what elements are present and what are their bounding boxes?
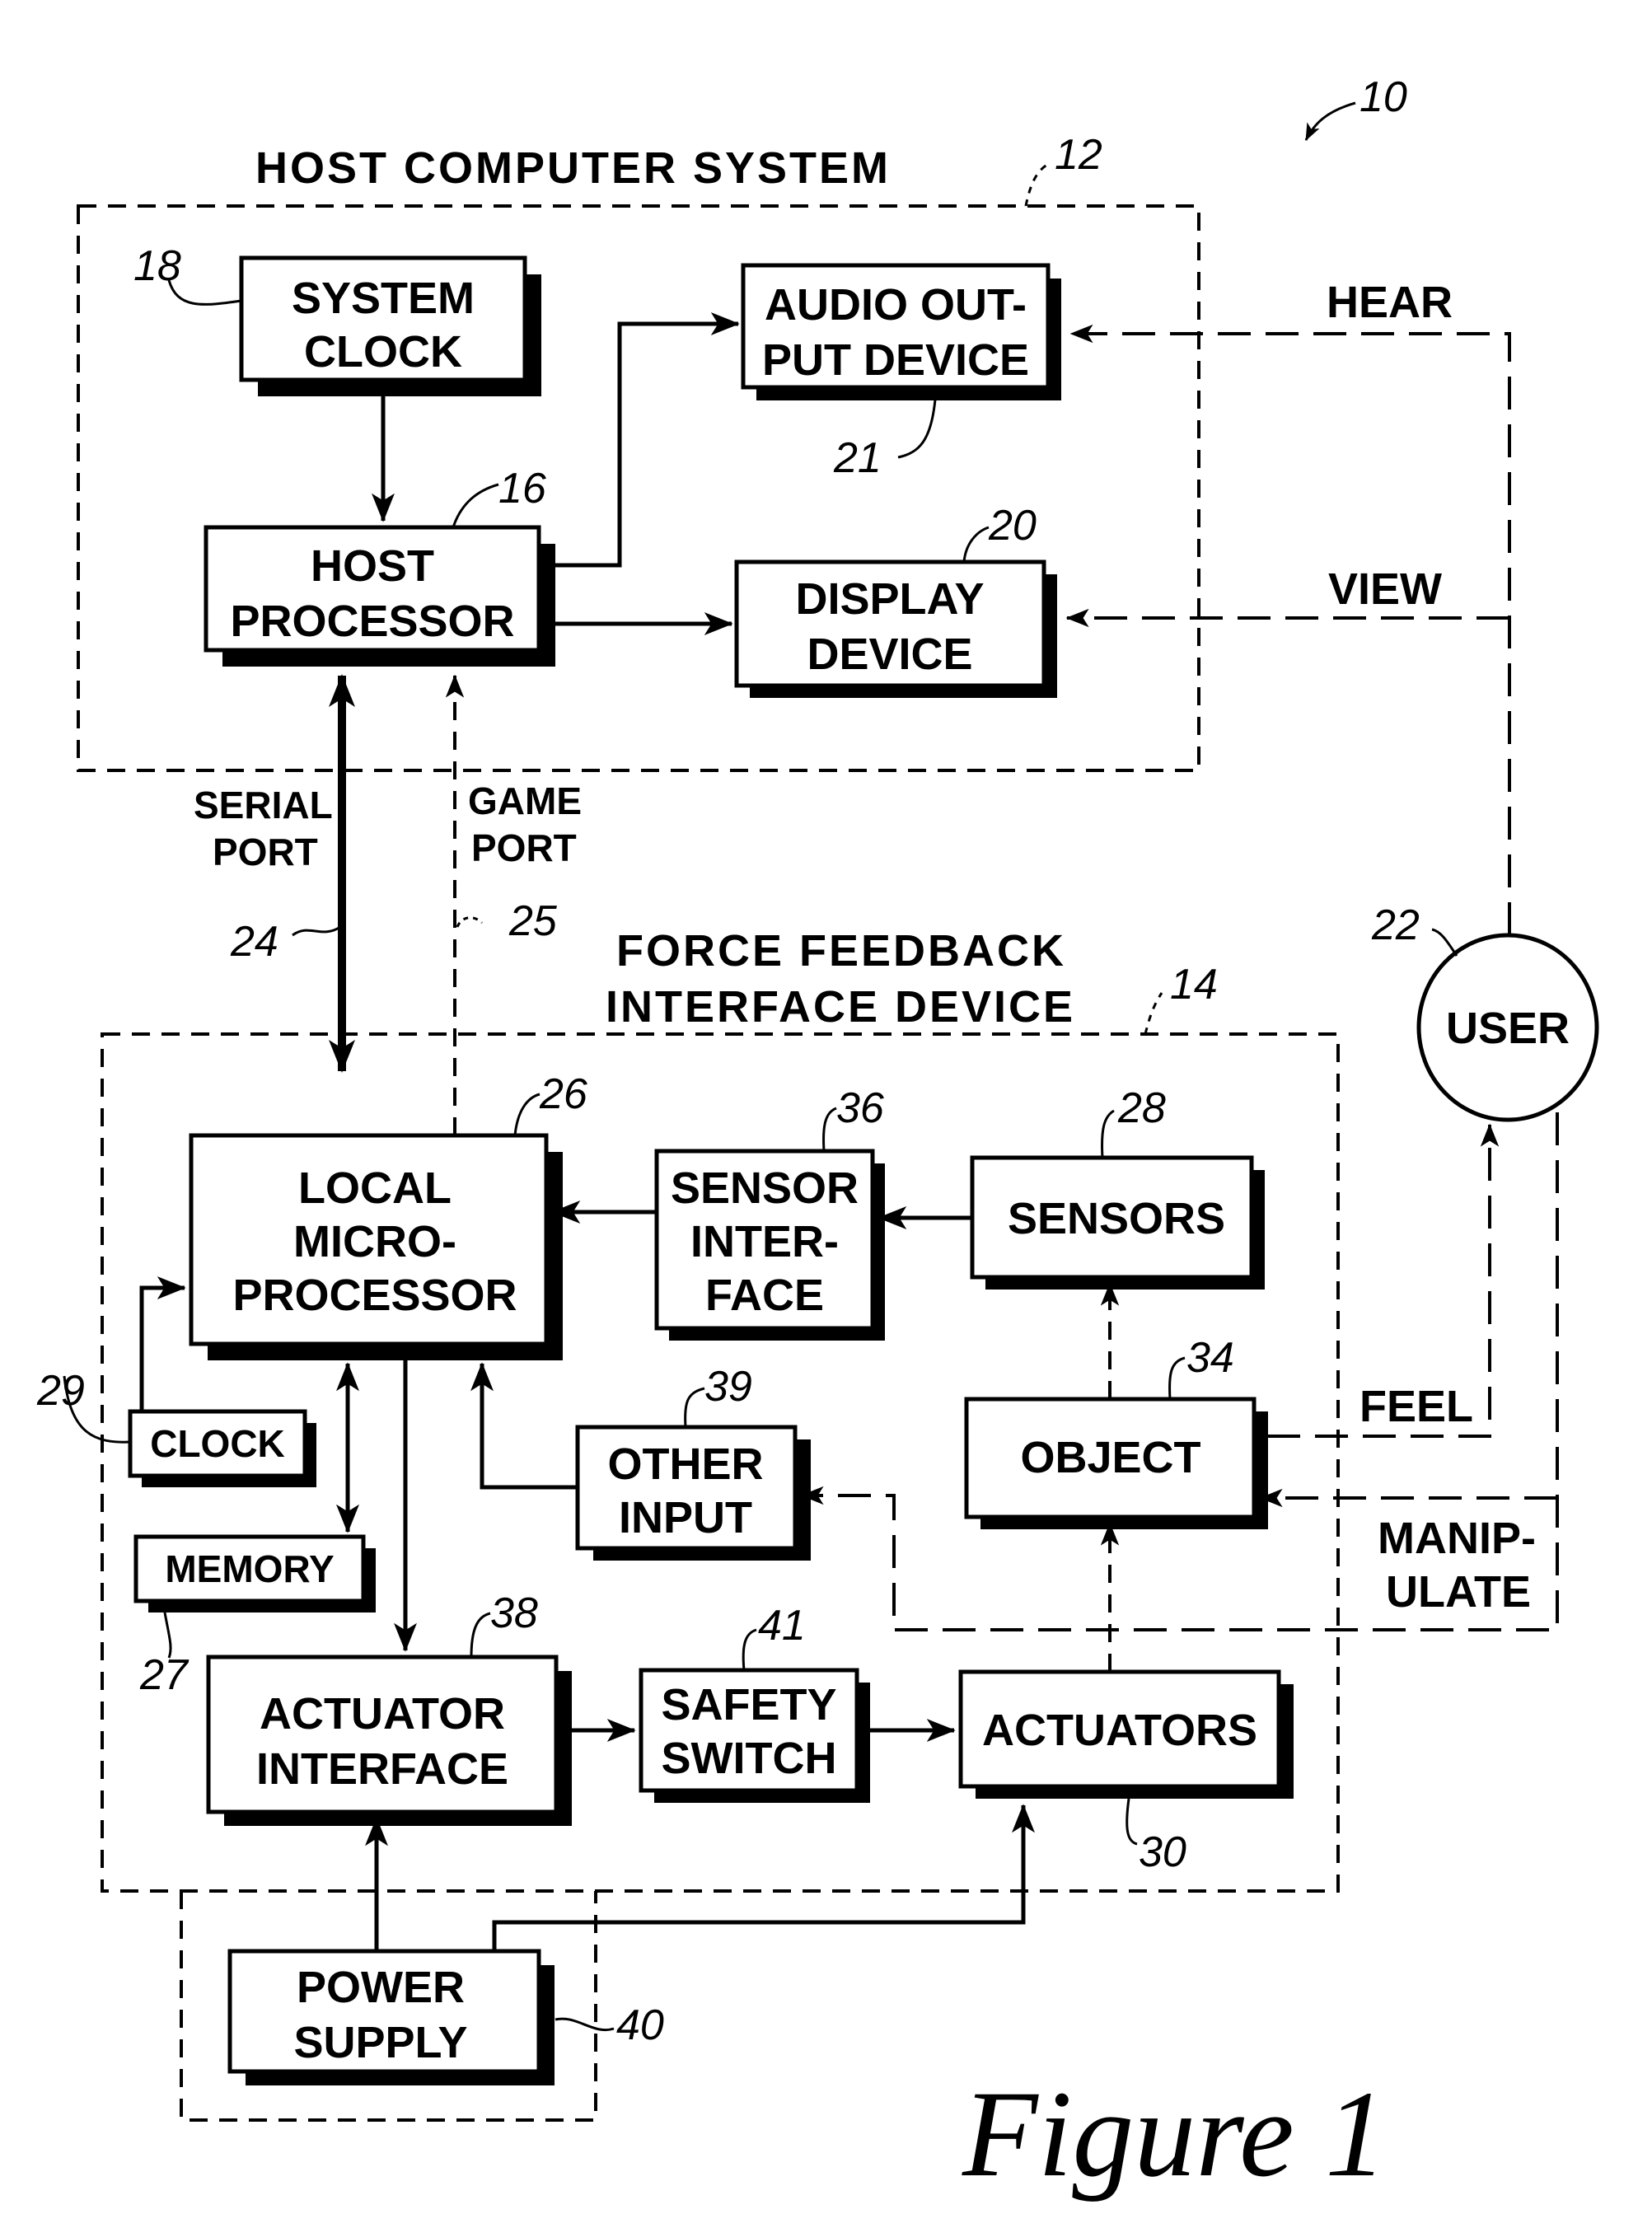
ref-number-12: 12 [1055, 131, 1102, 179]
local-micro-line-1: LOCAL [298, 1163, 452, 1213]
game-port-line-1: GAME [468, 779, 582, 822]
memory-label: MEMORY [165, 1547, 334, 1590]
clock-to-micro-arrow [139, 1276, 186, 1411]
serial-port-line-1: SERIAL [194, 784, 333, 826]
game-port-line-2: PORT [471, 826, 577, 869]
force-feedback-block-diagram: 10 HOST COMPUTER SYSTEM 12 SYSTEM CLOCK … [36, 73, 1599, 2202]
hear-connection [1069, 324, 1511, 935]
ref-number-10: 10 [1360, 73, 1407, 121]
memory-block[interactable]: MEMORY [133, 1534, 376, 1612]
object-label: OBJECT [1020, 1433, 1200, 1482]
local-micro-line-2: MICRO- [293, 1217, 456, 1266]
actuator-interface-block[interactable]: ACTUATOR INTERFACE [206, 1655, 572, 1826]
actuators-block[interactable]: ACTUATORS [958, 1669, 1294, 1799]
ref-number-28: 28 [1117, 1084, 1166, 1132]
ref-number-14: 14 [1170, 961, 1218, 1009]
ref-number-29: 29 [36, 1367, 85, 1415]
actuator-interface-line-1: ACTUATOR [260, 1689, 505, 1739]
ref-number-38: 38 [490, 1589, 538, 1637]
audio-output-line-1: AUDIO OUT- [765, 280, 1027, 330]
safety-switch-line-2: SWITCH [662, 1734, 837, 1783]
safety-switch-block[interactable]: SAFETY SWITCH [639, 1668, 870, 1803]
user-node[interactable]: USER [1416, 933, 1599, 1122]
user-label: USER [1446, 1004, 1570, 1053]
sensor-interface-line-1: SENSOR [671, 1163, 859, 1213]
other-input-block[interactable]: OTHER INPUT [575, 1425, 811, 1561]
figure-caption: Figure 1 [962, 2066, 1387, 2202]
display-device-block[interactable]: DISPLAY DEVICE [734, 559, 1057, 698]
power-supply-line-2: SUPPLY [293, 2018, 467, 2067]
sensor-interface-line-3: FACE [705, 1271, 824, 1320]
audio-output-device-block[interactable]: AUDIO OUT- PUT DEVICE [741, 263, 1061, 400]
ref-number-21: 21 [833, 434, 882, 482]
ref-number-16: 16 [498, 465, 546, 513]
host-processor-line-1: HOST [311, 541, 434, 591]
system-clock-line-1: SYSTEM [292, 274, 475, 323]
other-input-to-micro-arrow [470, 1362, 578, 1490]
other-input-line-1: OTHER [608, 1439, 764, 1489]
clock-block[interactable]: CLOCK [128, 1409, 316, 1487]
ff-group-title-line-1: FORCE FEEDBACK [616, 926, 1066, 976]
power-to-actuators-arrow [492, 1804, 1035, 1951]
host-to-audio-arrow [555, 312, 740, 568]
local-microprocessor-block[interactable]: LOCAL MICRO- PROCESSOR [189, 1133, 563, 1360]
host-processor-line-2: PROCESSOR [230, 597, 514, 646]
host-processor-block[interactable]: HOST PROCESSOR [204, 525, 555, 667]
feel-label: FEEL [1360, 1382, 1473, 1431]
ff-group-title-line-2: INTERFACE DEVICE [606, 982, 1075, 1032]
safety-switch-line-1: SAFETY [661, 1680, 836, 1730]
clock-label: CLOCK [150, 1422, 285, 1465]
ref-number-34: 34 [1186, 1334, 1234, 1382]
object-block[interactable]: OBJECT [964, 1397, 1268, 1529]
ref-number-20: 20 [988, 502, 1037, 550]
power-supply-line-1: POWER [297, 1963, 465, 2012]
figure-ref-10: 10 [1304, 73, 1407, 141]
system-clock-line-2: CLOCK [304, 327, 462, 377]
ref-number-36: 36 [836, 1084, 884, 1132]
ref-number-26: 26 [539, 1070, 587, 1118]
manipulate-line-2: ULATE [1386, 1567, 1531, 1617]
hear-label: HEAR [1327, 278, 1453, 327]
sensors-label: SENSORS [1008, 1194, 1225, 1243]
ref-number-30: 30 [1139, 1828, 1186, 1876]
sensors-block[interactable]: SENSORS [970, 1155, 1265, 1290]
manipulate-line-1: MANIP- [1378, 1514, 1536, 1563]
other-input-line-2: INPUT [619, 1493, 752, 1542]
view-label: VIEW [1328, 564, 1442, 614]
ref-number-40: 40 [616, 2001, 664, 2049]
ref-number-27: 27 [139, 1651, 190, 1699]
audio-output-line-2: PUT DEVICE [762, 335, 1029, 385]
ref-number-25: 25 [508, 897, 558, 945]
local-micro-line-3: PROCESSOR [232, 1271, 517, 1320]
sensor-interface-block[interactable]: SENSOR INTER- FACE [654, 1149, 885, 1341]
actuators-label: ACTUATORS [982, 1706, 1257, 1755]
display-device-line-1: DISPLAY [795, 574, 984, 624]
host-group-title: HOST COMPUTER SYSTEM [255, 143, 891, 193]
ref-number-39: 39 [704, 1363, 752, 1411]
power-supply-block[interactable]: POWER SUPPLY [227, 1949, 555, 2085]
system-clock-block[interactable]: SYSTEM CLOCK [239, 255, 541, 396]
ref-number-22: 22 [1371, 901, 1420, 949]
ref-number-18: 18 [133, 242, 181, 290]
ref-number-41: 41 [758, 1602, 806, 1650]
ref-number-24: 24 [230, 918, 278, 966]
actuator-interface-line-2: INTERFACE [256, 1744, 508, 1794]
display-device-line-2: DEVICE [807, 630, 972, 679]
serial-port-line-2: PORT [213, 831, 318, 873]
sensor-interface-line-2: INTER- [690, 1217, 839, 1266]
